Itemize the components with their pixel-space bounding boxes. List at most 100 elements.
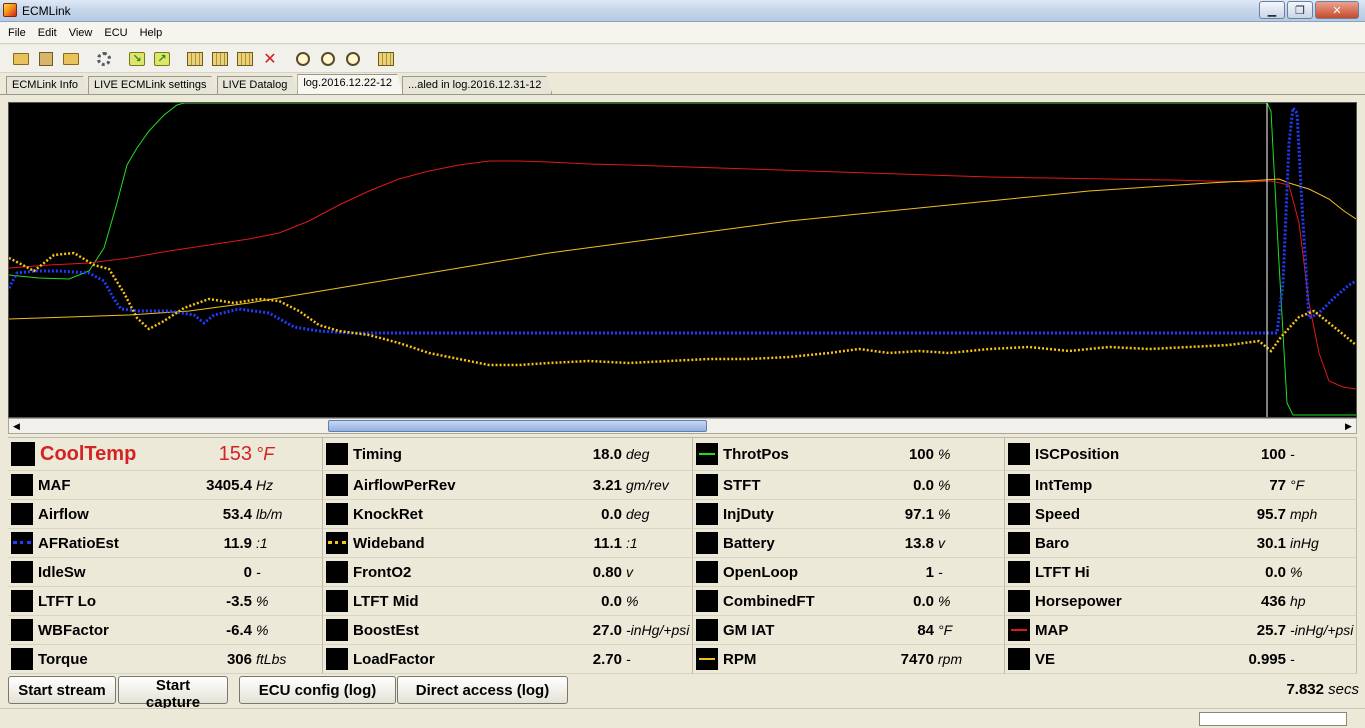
menu-help[interactable]: Help	[136, 27, 171, 39]
param-timing[interactable]: Timing 18.0 deg	[323, 438, 693, 471]
graph-settings-button[interactable]	[375, 48, 397, 70]
param-afratioest[interactable]: AFRatioEst 11.9:1	[8, 529, 323, 558]
param-wideband[interactable]: Wideband 11.1:1	[323, 529, 693, 558]
trace-color-swatch[interactable]	[1008, 532, 1030, 554]
trace-color-swatch[interactable]	[11, 648, 33, 670]
param-inttemp[interactable]: IntTemp 77 °F	[1005, 471, 1357, 500]
trace-color-swatch[interactable]	[11, 442, 35, 466]
menu-view[interactable]: View	[65, 27, 101, 39]
trace-color-swatch[interactable]	[326, 648, 348, 670]
param-ltft-lo[interactable]: LTFT Lo -3.5%	[8, 587, 323, 616]
trace-color-swatch[interactable]	[11, 590, 33, 612]
delete-button[interactable]: ✕	[259, 48, 281, 70]
param-gm-iat[interactable]: GM IAT 84 °F	[693, 616, 1005, 645]
trace-color-swatch[interactable]	[11, 561, 33, 583]
menu-file[interactable]: File	[4, 27, 34, 39]
trace-color-swatch[interactable]	[11, 619, 33, 641]
menu-edit[interactable]: Edit	[34, 27, 65, 39]
param-ve[interactable]: VE 0.995-	[1005, 645, 1357, 674]
trace-color-swatch[interactable]	[326, 532, 348, 554]
param-battery[interactable]: Battery 13.8 v	[693, 529, 1005, 558]
trace-color-swatch[interactable]	[1008, 474, 1030, 496]
start-capture-button[interactable]: Start capture	[118, 676, 228, 711]
param-boostest[interactable]: BoostEst 27.0 -inHg/+psi	[323, 616, 693, 645]
param-iscposition[interactable]: ISCPosition 100-	[1005, 438, 1357, 471]
param-torque[interactable]: Torque 306 ftLbs	[8, 645, 323, 674]
param-fronto2[interactable]: FrontO2 0.80 v	[323, 558, 693, 587]
menu-ecu[interactable]: ECU	[100, 27, 135, 39]
trace-color-swatch[interactable]	[1008, 619, 1030, 641]
param-loadfactor[interactable]: LoadFactor 2.70-	[323, 645, 693, 674]
trace-color-swatch[interactable]	[696, 443, 718, 465]
trace-color-swatch[interactable]	[326, 474, 348, 496]
param-cooltemp[interactable]: CoolTemp 153 °F	[8, 438, 323, 471]
timeline-scrollbar[interactable]: ◀ ▶	[8, 418, 1357, 434]
trace-color-swatch[interactable]	[696, 474, 718, 496]
trace-color-swatch[interactable]	[326, 619, 348, 641]
param-combinedft[interactable]: CombinedFT 0.0%	[693, 587, 1005, 616]
zoom-reset-button[interactable]	[292, 48, 314, 70]
trace-color-swatch[interactable]	[11, 503, 33, 525]
direct-access-button[interactable]: Direct access (log)	[397, 676, 568, 704]
open-log-button[interactable]	[60, 48, 82, 70]
trace-color-swatch[interactable]	[1008, 503, 1030, 525]
param-maf[interactable]: MAF 3405.4 Hz	[8, 471, 323, 500]
scroll-left-button[interactable]: ◀	[9, 419, 24, 433]
trace-color-swatch[interactable]	[1008, 561, 1030, 583]
param-map[interactable]: MAP 25.7 -inHg/+psi	[1005, 616, 1357, 645]
write-button[interactable]: ↗	[151, 48, 173, 70]
param-wbfactor[interactable]: WBFactor -6.4%	[8, 616, 323, 645]
trace-color-swatch[interactable]	[696, 532, 718, 554]
open-button[interactable]	[10, 48, 32, 70]
param-idlesw[interactable]: IdleSw 0-	[8, 558, 323, 587]
trace-color-swatch[interactable]	[696, 503, 718, 525]
param-ltft-mid[interactable]: LTFT Mid 0.0%	[323, 587, 693, 616]
param-injduty[interactable]: InjDuty 97.1%	[693, 500, 1005, 529]
param-stft[interactable]: STFT 0.0%	[693, 471, 1005, 500]
minimize-button[interactable]: ▁	[1259, 1, 1285, 19]
param-baro[interactable]: Baro 30.1 inHg	[1005, 529, 1357, 558]
table-button[interactable]	[184, 48, 206, 70]
trace-color-swatch[interactable]	[11, 474, 33, 496]
param-airflowperrev[interactable]: AirflowPerRev 3.21 gm/rev	[323, 471, 693, 500]
settings-button[interactable]	[93, 48, 115, 70]
trace-color-swatch[interactable]	[696, 648, 718, 670]
ecu-config-button[interactable]: ECU config (log)	[239, 676, 396, 704]
trace-color-swatch[interactable]	[326, 590, 348, 612]
param-openloop[interactable]: OpenLoop 1-	[693, 558, 1005, 587]
zoom-out-button[interactable]	[342, 48, 364, 70]
trace-color-swatch[interactable]	[11, 532, 33, 554]
zoom-in-button[interactable]	[317, 48, 339, 70]
table-edit-button[interactable]	[209, 48, 231, 70]
param-speed[interactable]: Speed 95.7 mph	[1005, 500, 1357, 529]
trace-color-swatch[interactable]	[696, 561, 718, 583]
save-button[interactable]	[35, 48, 57, 70]
param-knockret[interactable]: KnockRet 0.0 deg	[323, 500, 693, 529]
tab-log-2016-12-31[interactable]: ...aled in log.2016.12.31-12	[402, 76, 552, 94]
scroll-right-button[interactable]: ▶	[1341, 419, 1356, 433]
table-compare-button[interactable]	[234, 48, 256, 70]
trace-color-swatch[interactable]	[326, 561, 348, 583]
tab-live-settings[interactable]: LIVE ECMLink settings	[88, 76, 218, 94]
trace-color-swatch[interactable]	[1008, 443, 1030, 465]
read-button[interactable]: ↘	[126, 48, 148, 70]
param-rpm[interactable]: RPM 7470 rpm	[693, 645, 1005, 674]
trace-color-swatch[interactable]	[326, 503, 348, 525]
tab-live-datalog[interactable]: LIVE Datalog	[217, 76, 299, 94]
trace-color-swatch[interactable]	[1008, 648, 1030, 670]
param-throtpos[interactable]: ThrotPos 100%	[693, 438, 1005, 471]
tab-ecmlink-info[interactable]: ECMLink Info	[6, 76, 89, 94]
close-button[interactable]: ✕	[1315, 1, 1359, 19]
trace-color-swatch[interactable]	[696, 590, 718, 612]
start-stream-button[interactable]: Start stream	[8, 676, 116, 704]
datalog-graph[interactable]	[8, 102, 1357, 418]
param-airflow[interactable]: Airflow 53.4 lb/m	[8, 500, 323, 529]
maximize-button[interactable]: ❐	[1287, 1, 1313, 19]
param-horsepower[interactable]: Horsepower 436 hp	[1005, 587, 1357, 616]
tab-log-2016-12-22[interactable]: log.2016.12.22-12	[297, 74, 403, 94]
trace-color-swatch[interactable]	[1008, 590, 1030, 612]
scrollbar-thumb[interactable]	[327, 420, 708, 432]
trace-color-swatch[interactable]	[326, 443, 348, 465]
param-ltft-hi[interactable]: LTFT Hi 0.0%	[1005, 558, 1357, 587]
trace-color-swatch[interactable]	[696, 619, 718, 641]
